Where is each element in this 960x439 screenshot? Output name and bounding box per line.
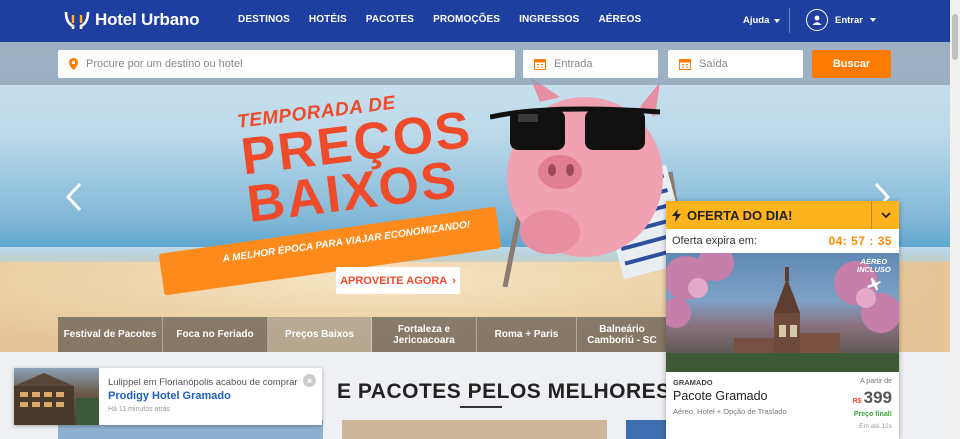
login-label: Entrar bbox=[835, 14, 863, 26]
deal-final-label: Preço final! bbox=[853, 411, 892, 418]
search-bar: Procure por um destino ou hotel Entrada … bbox=[0, 42, 950, 85]
tab-fortaleza-jericoacoara[interactable]: Fortaleza e Jericoacoara bbox=[372, 317, 477, 352]
header-divider bbox=[789, 8, 790, 33]
nav-aereos[interactable]: AÉREOS bbox=[598, 14, 641, 25]
chevron-left-icon[interactable] bbox=[64, 182, 84, 212]
top-navbar: Hotel Urbano DESTINOS HOTÉIS PACOTES PRO… bbox=[0, 0, 960, 42]
scrollbar-thumb[interactable] bbox=[952, 14, 958, 60]
tab-festival-de-pacotes[interactable]: Festival de Pacotes bbox=[58, 317, 163, 352]
chevron-down-icon bbox=[869, 18, 876, 22]
hotel-urbano-logo-icon bbox=[64, 11, 90, 29]
chevron-down-icon bbox=[880, 211, 891, 218]
piggy-bank-illustration bbox=[490, 77, 690, 287]
tab-roma-paris[interactable]: Roma + Paris bbox=[477, 317, 577, 352]
nav-promocoes[interactable]: PROMOÇÕES bbox=[433, 14, 500, 25]
search-button[interactable]: Buscar bbox=[812, 50, 891, 78]
chevron-right-icon: › bbox=[452, 274, 456, 287]
package-card[interactable] bbox=[342, 420, 607, 439]
calendar-icon bbox=[534, 59, 546, 70]
deal-amount: 399 bbox=[863, 388, 892, 407]
badge-line2: INCLUSO bbox=[857, 265, 891, 274]
checkout-placeholder: Saída bbox=[699, 58, 728, 70]
checkout-input[interactable]: Saída bbox=[668, 50, 803, 78]
deal-expire-label: Oferta expira em: bbox=[672, 235, 757, 247]
chevron-down-icon bbox=[774, 18, 781, 23]
deal-countdown: 04: 57 : 35 bbox=[828, 234, 892, 248]
deal-destination: GRAMADO bbox=[673, 378, 713, 387]
collapse-toggle[interactable] bbox=[871, 201, 899, 229]
airplane-icon bbox=[866, 278, 881, 290]
flight-included-badge: AÉREO INCLUSO bbox=[857, 258, 891, 293]
nav-destinos[interactable]: DESTINOS bbox=[238, 14, 290, 25]
close-icon[interactable]: × bbox=[303, 374, 316, 387]
notification-hotel-link[interactable]: Prodigy Hotel Gramado bbox=[108, 390, 231, 402]
deal-of-the-day-card[interactable]: OFERTA DO DIA! Oferta expira em: 04: 57 … bbox=[666, 201, 899, 439]
destination-input[interactable]: Procure por um destino ou hotel bbox=[58, 50, 515, 78]
deal-price: R$ 399 bbox=[853, 388, 892, 408]
main-nav: DESTINOS HOTÉIS PACOTES PROMOÇÕES INGRES… bbox=[238, 14, 660, 25]
tab-balneario-camboriu[interactable]: Balneário Camboriú - SC bbox=[577, 317, 668, 352]
destination-placeholder: Procure por um destino ou hotel bbox=[86, 58, 243, 70]
deal-title: OFERTA DO DIA! bbox=[687, 207, 793, 223]
nav-ingressos[interactable]: INGRESSOS bbox=[519, 14, 579, 25]
purchase-notification[interactable]: Lulippel em Florianópolis acabou de comp… bbox=[14, 368, 322, 425]
deal-currency: R$ bbox=[852, 398, 862, 405]
deal-header[interactable]: OFERTA DO DIA! bbox=[666, 201, 899, 229]
user-icon bbox=[806, 9, 828, 31]
package-card[interactable] bbox=[626, 420, 666, 439]
cta-button[interactable]: APROVEITE AGORA › bbox=[336, 267, 460, 294]
promo-headline: TEMPORADA DE PREÇOS BAIXOS bbox=[236, 84, 480, 235]
notification-message: Lulippel em Florianópolis acabou de comp… bbox=[108, 377, 298, 388]
deal-description: Aéreo, Hotel + Opção de Traslado bbox=[673, 407, 787, 416]
help-label: Ajuda bbox=[743, 15, 770, 26]
section-title: E PACOTES PELOS MELHORES PRE bbox=[337, 380, 722, 403]
nav-pacotes[interactable]: PACOTES bbox=[366, 14, 414, 25]
scrollbar[interactable] bbox=[950, 0, 960, 439]
notification-time: Há 11 minutos atrás bbox=[108, 406, 171, 413]
section-underline bbox=[460, 406, 502, 408]
checkin-input[interactable]: Entrada bbox=[523, 50, 658, 78]
category-tabs: Festival de Pacotes Foca no Feriado Preç… bbox=[58, 317, 668, 352]
calendar-icon bbox=[679, 59, 691, 70]
deal-installments: Em até 12x bbox=[859, 423, 892, 430]
nav-hoteis[interactable]: HOTÉIS bbox=[309, 14, 347, 25]
logo[interactable]: Hotel Urbano bbox=[64, 9, 200, 31]
login-menu[interactable]: Entrar bbox=[806, 9, 876, 31]
cta-label: APROVEITE AGORA bbox=[340, 274, 448, 287]
tab-precos-baixos[interactable]: Preços Baixos bbox=[268, 317, 372, 352]
lightning-icon bbox=[672, 208, 681, 222]
deal-name[interactable]: Pacote Gramado bbox=[673, 389, 768, 403]
checkin-placeholder: Entrada bbox=[554, 58, 593, 70]
hotel-thumbnail bbox=[14, 368, 99, 425]
deal-from-label: A partir de bbox=[860, 378, 892, 385]
tab-foca-no-feriado[interactable]: Foca no Feriado bbox=[163, 317, 268, 352]
location-pin-icon bbox=[69, 58, 78, 70]
brand-name: Hotel Urbano bbox=[95, 10, 200, 29]
help-menu[interactable]: Ajuda bbox=[743, 15, 781, 26]
